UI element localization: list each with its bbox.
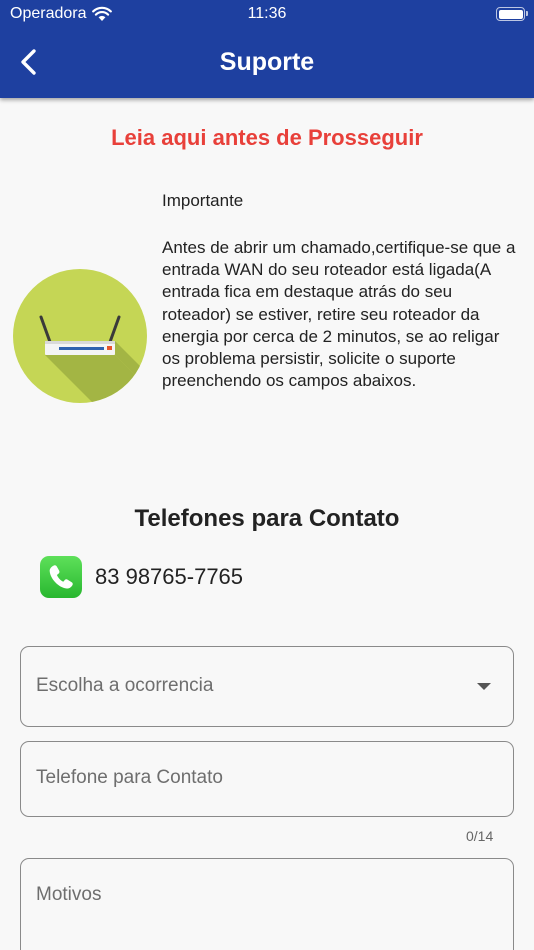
wifi-router-icon [13, 269, 147, 403]
occurrence-select[interactable]: Escolha a ocorrencia [20, 646, 514, 727]
dropdown-arrow-icon [477, 683, 491, 690]
occurrence-placeholder: Escolha a ocorrencia [36, 675, 214, 696]
battery-icon [496, 7, 528, 21]
important-heading: Importante [162, 191, 244, 210]
contacts-title: Telefones para Contato [134, 505, 400, 532]
reasons-placeholder: Motivos [36, 884, 102, 905]
reasons-field[interactable]: Motivos [20, 858, 514, 950]
app-bar: Operadora 11:36 Suporte [0, 0, 534, 98]
contact-phone-field[interactable]: Telefone para Contato [20, 741, 514, 817]
phone-icon [40, 556, 82, 598]
important-text: Antes de abrir um chamado,certifique-se … [162, 238, 516, 391]
page-title: Suporte [219, 48, 315, 76]
contact-phone-number[interactable]: 83 98765-7765 [95, 564, 243, 590]
status-bar: Operadora 11:36 [0, 0, 534, 30]
clock: 11:36 [247, 5, 287, 22]
char-counter: 0/14 [466, 828, 494, 844]
warning-title: Leia aqui antes de Prosseguir [111, 125, 423, 150]
contact-phone-placeholder: Telefone para Contato [36, 767, 223, 788]
